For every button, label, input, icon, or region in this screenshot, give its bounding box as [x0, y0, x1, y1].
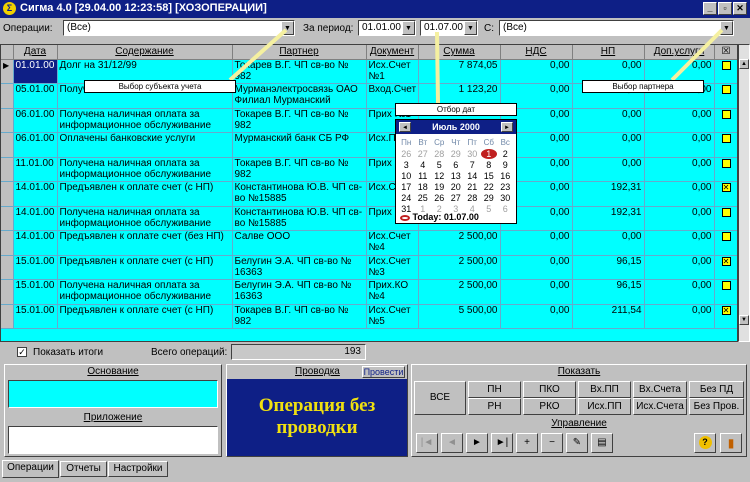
show-filter-button[interactable]: Исх.ПП — [578, 398, 631, 415]
calendar-day[interactable]: 10 — [398, 171, 415, 182]
attachment-label: Приложение — [83, 412, 143, 423]
calendar-prev-icon[interactable]: ◄ — [399, 122, 411, 132]
calendar-header: ◄ Июль 2000 ► — [396, 120, 516, 134]
calendar-day[interactable]: 27 — [448, 193, 465, 204]
posting-header: Проводка Провести — [227, 365, 407, 379]
basis-panel: Основание Приложение — [4, 364, 222, 457]
calendar-day[interactable]: 1 — [480, 148, 497, 159]
calendar-day[interactable]: 24 — [398, 193, 415, 204]
calendar-dayname: Чт — [451, 138, 461, 147]
help-icon: ? — [698, 436, 712, 449]
print-icon[interactable]: ▤ — [591, 433, 613, 453]
calendar-day[interactable]: 6 — [497, 204, 514, 215]
calendar-day[interactable]: 30 — [464, 149, 481, 160]
delete-record-icon[interactable]: − — [541, 433, 563, 453]
calendar-day[interactable]: 13 — [448, 171, 465, 182]
total-ops-label: Всего операций: — [151, 347, 228, 358]
calendar-day[interactable]: 5 — [481, 204, 498, 215]
calendar-day[interactable]: 28 — [431, 149, 448, 160]
calendar-day[interactable]: 11 — [415, 171, 432, 182]
calendar-day[interactable]: 26 — [398, 149, 415, 160]
calendar-day[interactable]: 28 — [464, 193, 481, 204]
calendar-day[interactable]: 21 — [464, 182, 481, 193]
attachment-memo[interactable] — [8, 426, 218, 454]
calendar-today-label: Today: 01.07.00 — [412, 212, 479, 222]
calendar-day[interactable]: 29 — [448, 149, 465, 160]
show-filter-button[interactable]: РН — [468, 398, 521, 415]
manage-label: Управление — [551, 418, 607, 429]
calendar-day[interactable]: 14 — [464, 171, 481, 182]
last-record-icon[interactable]: ►| — [491, 433, 513, 453]
partner-callout: Выбор партнера — [582, 80, 704, 93]
calendar-day[interactable]: 30 — [497, 193, 514, 204]
edit-record-icon[interactable]: ✎ — [566, 433, 588, 453]
calendar-day[interactable]: 20 — [448, 182, 465, 193]
show-totals-checkbox[interactable]: ✓ — [17, 347, 27, 357]
calendar-day[interactable]: 12 — [431, 171, 448, 182]
dates-callout: Отбор дат — [395, 103, 517, 116]
calendar-day[interactable]: 18 — [415, 182, 432, 193]
calendar-dayname: Ср — [434, 138, 445, 147]
total-ops-value: 193 — [231, 344, 366, 360]
calendar-day[interactable]: 29 — [481, 193, 498, 204]
door-icon: ▮ — [727, 436, 735, 450]
exit-button[interactable]: ▮ — [720, 433, 742, 453]
basis-label: Основание — [87, 366, 139, 377]
show-filter-button[interactable]: ПКО — [523, 381, 576, 398]
calendar-day[interactable]: 17 — [398, 182, 415, 193]
calendar-day[interactable]: 27 — [415, 149, 432, 160]
calendar-day[interactable]: 7 — [464, 160, 481, 171]
help-button[interactable]: ? — [694, 433, 716, 453]
subject-callout: Выбор субъекта учета — [84, 80, 236, 93]
calendar-day[interactable]: 22 — [481, 182, 498, 193]
next-record-icon[interactable]: ► — [466, 433, 488, 453]
calendar-day[interactable]: 16 — [497, 171, 514, 182]
calendar-grid: Пн Вт Ср Чт Пт Сб Вс26 27 28 29 30 1 23 4 5 6 7 8 910 11 12 1… — [398, 137, 514, 215]
today-marker-icon — [400, 214, 410, 221]
show-filter-button[interactable]: ПН — [468, 381, 521, 398]
calendar-dayname: Сб — [483, 138, 494, 147]
prev-record-icon[interactable]: ◄ — [441, 433, 463, 453]
calendar-day[interactable]: 25 — [415, 193, 432, 204]
show-filter-button[interactable]: Без ПД — [689, 381, 744, 398]
show-panel: Показать ВСЕ Управление ? ▮ ПН ПКО Вх.ПП Вх… — [411, 364, 747, 457]
date-picker-calendar[interactable]: ◄ Июль 2000 ► Пн Вт Ср Чт Пт Сб Вс26 27 28 29 30 1 2… — [395, 119, 517, 224]
calendar-day[interactable]: 4 — [415, 160, 432, 171]
calendar-dayname: Пн — [401, 138, 412, 147]
calendar-dayname: Вт — [418, 138, 428, 147]
calendar-next-icon[interactable]: ► — [501, 122, 513, 132]
calendar-day[interactable]: 23 — [497, 182, 514, 193]
posting-status-text: Операция без проводки — [258, 395, 376, 438]
add-record-icon[interactable]: + — [516, 433, 538, 453]
calendar-day[interactable]: 19 — [431, 182, 448, 193]
calendar-today[interactable]: Today: 01.07.00 — [400, 212, 479, 222]
calendar-day[interactable]: 9 — [497, 160, 514, 171]
calendar-dayname: Пт — [467, 138, 477, 147]
basis-memo[interactable] — [8, 380, 218, 408]
show-totals-label: Показать итоги — [33, 347, 104, 358]
calendar-day[interactable]: 6 — [448, 160, 465, 171]
tab-settings[interactable]: Настройки — [108, 461, 168, 477]
show-all-button[interactable]: ВСЕ — [414, 381, 466, 415]
show-label: Показать — [557, 366, 601, 377]
show-filter-button[interactable]: Исх.Счета — [633, 398, 687, 415]
calendar-day[interactable]: 2 — [497, 149, 514, 160]
posting-panel: Проводка Провести Операция без проводки — [226, 364, 408, 457]
calendar-day[interactable]: 8 — [481, 160, 498, 171]
first-record-icon[interactable]: |◄ — [416, 433, 438, 453]
show-filter-button[interactable]: Вх.ПП — [578, 381, 631, 398]
show-filter-button[interactable]: Без Пров. — [689, 398, 744, 415]
tab-reports[interactable]: Отчеты — [60, 461, 107, 477]
post-button[interactable]: Провести — [362, 366, 405, 378]
tab-operations[interactable]: Операции — [2, 460, 59, 478]
calendar-dayname: Вс — [500, 138, 510, 147]
posting-label: Проводка — [295, 366, 340, 377]
calendar-day[interactable]: 26 — [431, 193, 448, 204]
calendar-day[interactable]: 3 — [398, 160, 415, 171]
calendar-day[interactable]: 15 — [481, 171, 498, 182]
show-filter-button[interactable]: Вх.Счета — [633, 381, 687, 398]
show-filter-button[interactable]: РКО — [523, 398, 576, 415]
calendar-day[interactable]: 5 — [431, 160, 448, 171]
calendar-month: Июль 2000 — [432, 122, 480, 132]
